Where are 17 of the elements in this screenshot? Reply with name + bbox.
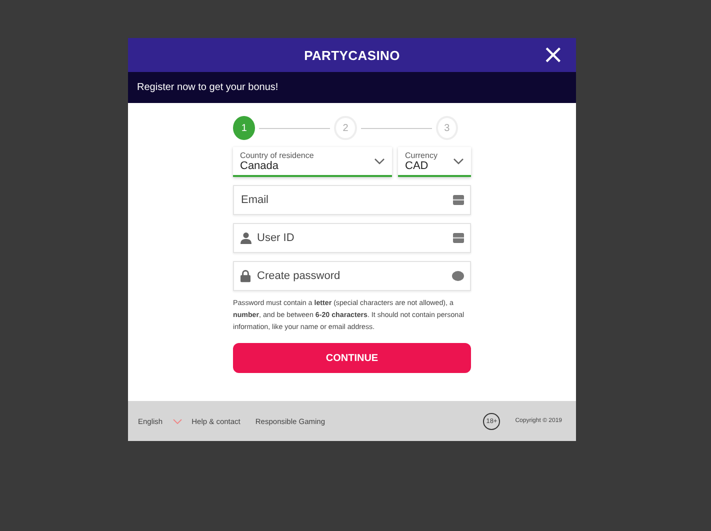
select-field[interactable]: Country of residence Canada	[233, 147, 392, 177]
select-field[interactable]: Currency CAD	[398, 147, 471, 177]
logo: PARTYCASINO	[304, 48, 400, 62]
card-icon	[453, 233, 464, 243]
step-indicator: 3	[436, 116, 458, 140]
step-indicator: 1	[233, 116, 256, 140]
chevron-icon	[374, 158, 385, 164]
input-field[interactable]: User ID	[233, 223, 471, 253]
card-icon	[453, 195, 464, 205]
input-field[interactable]: Email	[233, 185, 471, 215]
input-field[interactable]: Create password	[233, 261, 471, 291]
banner-text: Register now to get your bonus!	[137, 82, 278, 93]
chevron-icon	[453, 158, 464, 164]
continue-button[interactable]: CONTINUE	[233, 343, 471, 373]
close-button[interactable]: ×	[542, 42, 564, 68]
step-indicator: 2	[334, 116, 357, 140]
chevron-icon	[172, 418, 182, 424]
